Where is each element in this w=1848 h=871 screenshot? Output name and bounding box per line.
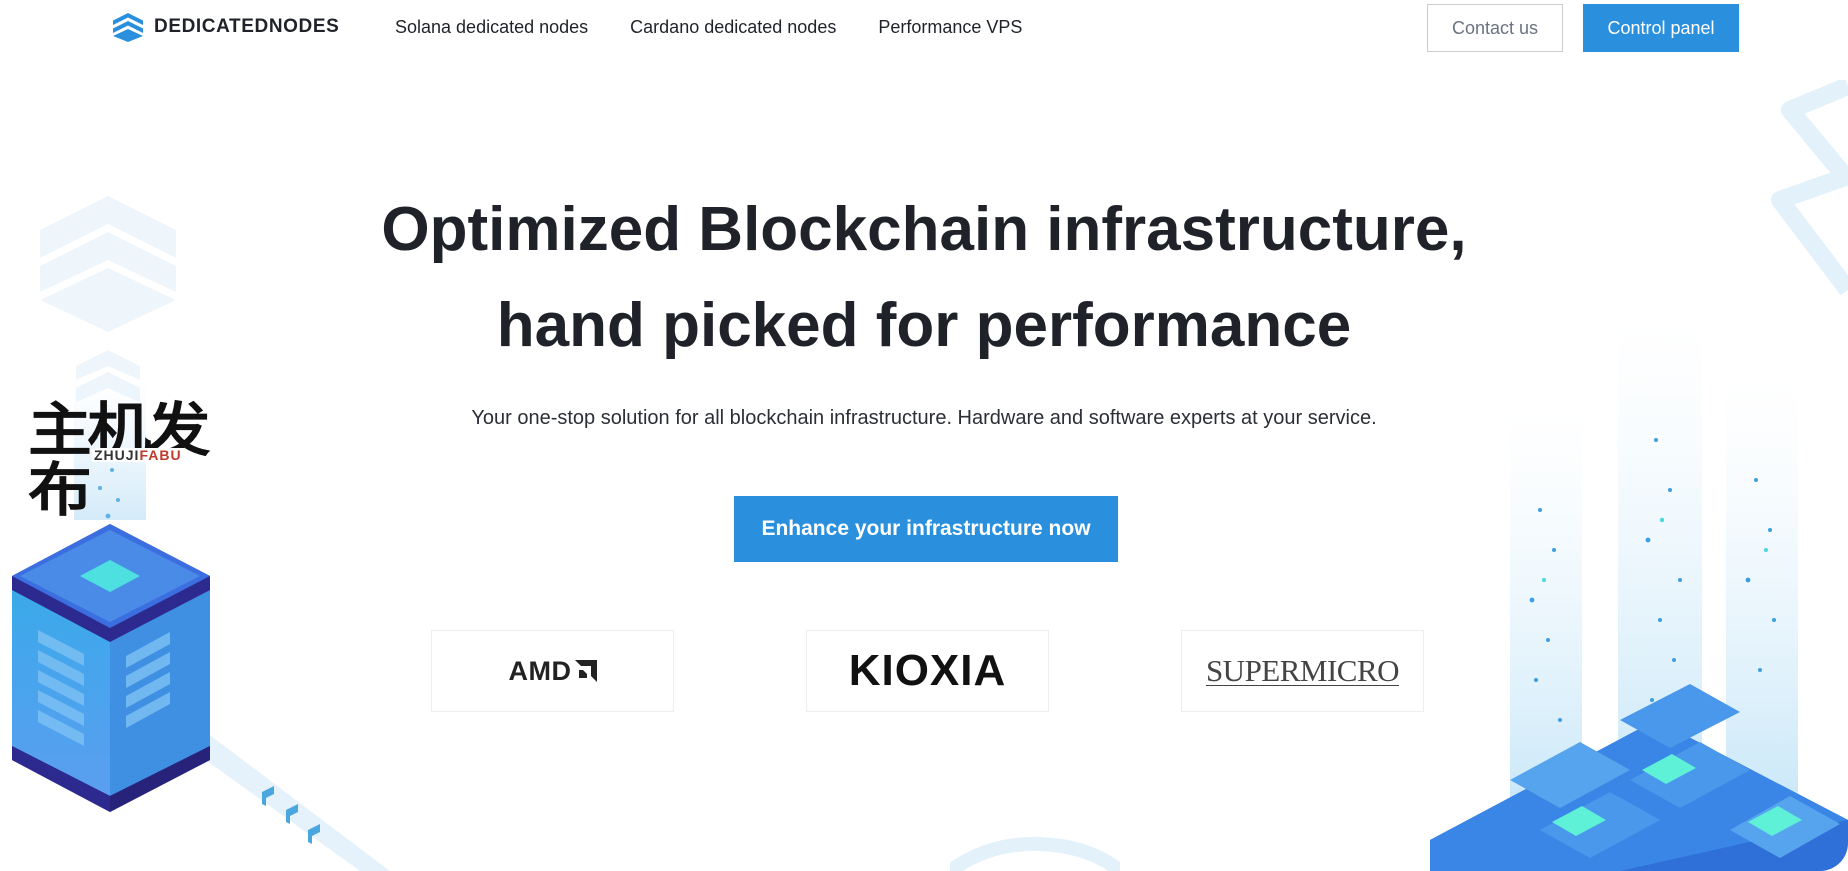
amd-wordmark: AMD: [508, 655, 572, 686]
small-chevron-icons: [262, 786, 320, 844]
brand-logo[interactable]: DEDICATEDNODES: [112, 12, 339, 42]
nav-link-performance-vps[interactable]: Performance VPS: [878, 17, 1022, 38]
watermark-en-text: ZHUJIFABU: [92, 447, 184, 463]
top-navbar: DEDICATEDNODES Solana dedicated nodes Ca…: [0, 0, 1848, 56]
partner-logo-amd: AMD: [431, 630, 674, 712]
watermark-logo: 主机发布 ZHUJIFABU: [28, 400, 238, 520]
brand-name: DEDICATEDNODES: [154, 16, 340, 37]
control-panel-button[interactable]: Control panel: [1583, 4, 1739, 52]
stacked-layers-logo-icon: [113, 13, 143, 42]
contact-us-button[interactable]: Contact us: [1427, 4, 1563, 52]
primary-nav: Solana dedicated nodes Cardano dedicated…: [395, 17, 1022, 38]
partner-logo-supermicro: SUPERMICRO: [1181, 630, 1424, 712]
nav-link-solana[interactable]: Solana dedicated nodes: [395, 17, 588, 38]
nav-link-cardano[interactable]: Cardano dedicated nodes: [630, 17, 836, 38]
supermicro-wordmark: SUPERMICRO: [1205, 653, 1400, 688]
kioxia-wordmark: KIOXIA: [848, 646, 1007, 695]
platform-blocks-icon: [1430, 684, 1848, 871]
hero-title: Optimized Blockchain infrastructure, han…: [0, 182, 1848, 374]
hero-subtitle: Your one-stop solution for all blockchai…: [471, 407, 1377, 429]
enhance-infrastructure-button[interactable]: Enhance your infrastructure now: [734, 496, 1118, 562]
hero-title-line-1: Optimized Blockchain infrastructure,: [381, 195, 1467, 264]
server-cube-icon: [12, 524, 210, 812]
hero-title-line-2: hand picked for performance: [496, 291, 1352, 360]
bottom-pipe-decor: [950, 836, 1120, 871]
amd-arrow-icon: [574, 660, 597, 682]
landing-page: DEDICATEDNODES Solana dedicated nodes Ca…: [0, 0, 1848, 871]
partner-logo-kioxia: KIOXIA: [806, 630, 1049, 712]
